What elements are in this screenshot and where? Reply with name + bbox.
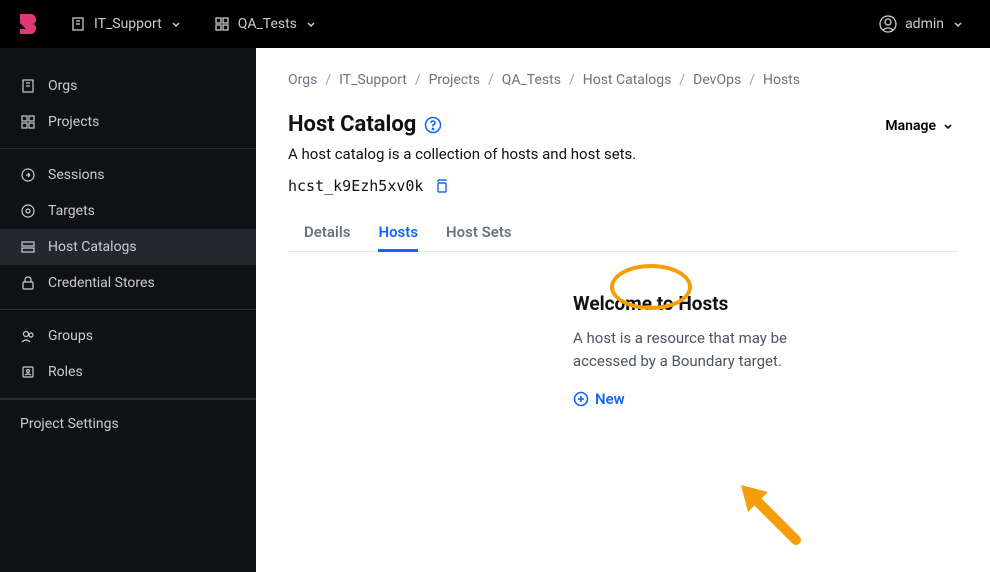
plus-circle-icon [573,391,589,407]
tab-details[interactable]: Details [304,213,350,251]
tabs: Details Hosts Host Sets [288,213,958,252]
empty-state-description: A host is a resource that may be accesse… [573,327,833,372]
sidebar-item-projects[interactable]: Projects [0,104,256,140]
host-catalog-icon [20,239,36,255]
breadcrumb-link[interactable]: IT_Support [339,72,407,88]
copy-icon[interactable] [433,178,449,194]
breadcrumb-link[interactable]: QA_Tests [502,72,561,88]
project-scope-label: QA_Tests [238,16,297,32]
grid-icon [20,114,36,130]
page-description: A host catalog is a collection of hosts … [288,145,636,163]
empty-state: Welcome to Hosts A host is a resource th… [413,292,833,411]
chevron-down-icon [170,18,182,30]
sidebar-item-label: Roles [48,364,83,380]
chevron-down-icon [942,120,954,132]
topbar: IT_Support QA_Tests admin [0,0,990,48]
resource-id: hcst_k9Ezh5xv0k [288,177,423,195]
chevron-down-icon [952,18,964,30]
sidebar: Orgs Projects Sessions Targets Host Cata… [0,48,256,572]
breadcrumb-link[interactable]: Orgs [288,72,317,88]
breadcrumb: Orgs/ IT_Support/ Projects/ QA_Tests/ Ho… [288,72,958,88]
sidebar-item-label: Groups [48,328,93,344]
new-host-link[interactable]: New [573,390,625,408]
sidebar-item-label: Host Catalogs [48,239,137,255]
org-scope-label: IT_Support [94,16,162,32]
app-logo[interactable] [16,12,40,36]
sidebar-item-sessions[interactable]: Sessions [0,157,256,193]
sidebar-item-roles[interactable]: Roles [0,354,256,390]
help-icon[interactable] [424,116,442,134]
user-menu[interactable]: admin [869,9,974,39]
sidebar-item-label: Orgs [48,78,77,94]
manage-button[interactable]: Manage [881,112,958,140]
sidebar-item-host-catalogs[interactable]: Host Catalogs [0,229,256,265]
roles-icon [20,364,36,380]
org-scope-selector[interactable]: IT_Support [60,10,192,38]
main-content: Orgs/ IT_Support/ Projects/ QA_Tests/ Ho… [256,48,990,572]
sidebar-item-label: Credential Stores [48,275,155,291]
breadcrumb-link[interactable]: DevOps [693,72,741,88]
sidebar-project-settings[interactable]: Project Settings [0,399,256,448]
sessions-icon [20,167,36,183]
annotation-arrow [736,480,816,550]
user-name-label: admin [905,16,944,32]
org-icon [70,16,86,32]
sidebar-item-label: Targets [48,203,95,219]
empty-state-title: Welcome to Hosts [573,292,833,315]
sidebar-item-groups[interactable]: Groups [0,318,256,354]
groups-icon [20,328,36,344]
lock-icon [20,275,36,291]
sidebar-item-orgs[interactable]: Orgs [0,68,256,104]
sidebar-item-credential-stores[interactable]: Credential Stores [0,265,256,301]
org-icon [20,78,36,94]
grid-icon [214,16,230,32]
page-title: Host Catalog [288,112,416,137]
sidebar-item-label: Sessions [48,167,105,183]
target-icon [20,203,36,219]
chevron-down-icon [305,18,317,30]
manage-label: Manage [885,118,936,134]
tab-host-sets[interactable]: Host Sets [446,213,512,251]
sidebar-item-targets[interactable]: Targets [0,193,256,229]
sidebar-settings-label: Project Settings [20,416,119,432]
new-link-label: New [595,390,625,408]
breadcrumb-link[interactable]: Host Catalogs [583,72,672,88]
breadcrumb-link[interactable]: Projects [429,72,480,88]
sidebar-item-label: Projects [48,114,99,130]
project-scope-selector[interactable]: QA_Tests [204,10,327,38]
user-icon [879,15,897,33]
tab-hosts[interactable]: Hosts [378,213,418,251]
breadcrumb-current[interactable]: Hosts [763,72,800,88]
